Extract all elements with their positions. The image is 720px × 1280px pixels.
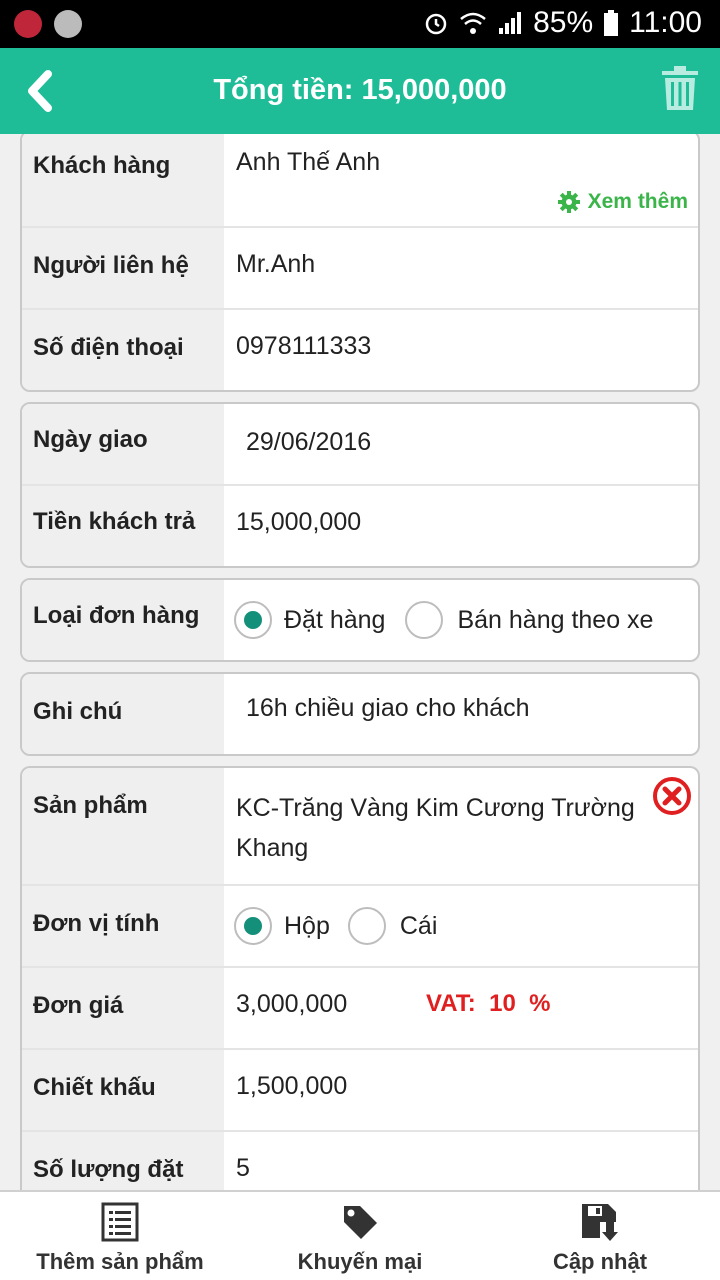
discount-value[interactable]: 1,500,000 (224, 1050, 698, 1130)
note-value[interactable]: 16h chiều giao cho khách (224, 674, 698, 754)
note-label: Ghi chú (22, 674, 224, 754)
add-product-label: Thêm sản phẩm (36, 1249, 204, 1274)
unit-label: Đơn vị tính (22, 886, 224, 966)
contact-label: Người liên hệ (22, 228, 224, 308)
order-form: Khách hàng Anh Thế Anh Xem thêm Người li… (0, 134, 720, 1190)
customer-card: Khách hàng Anh Thế Anh Xem thêm Người li… (20, 134, 700, 392)
phone-value: 0978111333 (236, 332, 372, 360)
product-row[interactable]: Sản phẩm KC-Trăng Vàng Kim Cương Trường … (22, 768, 698, 886)
promotion-label: Khuyến mại (297, 1249, 423, 1274)
discount-row[interactable]: Chiết khấu 1,500,000 (22, 1050, 698, 1132)
quantity-row[interactable]: Số lượng đặt 5 (22, 1132, 698, 1190)
unit-radio-piece[interactable] (347, 907, 386, 945)
unit-radio-box[interactable] (234, 907, 272, 945)
bottom-nav: Thêm sản phẩm Khuyến mại Cập nhật (0, 1190, 720, 1280)
trash-icon[interactable] (660, 64, 700, 112)
gear-icon (557, 191, 580, 213)
quantity-label: Số lượng đặt (22, 1132, 224, 1190)
delivery-card: Ngày giao 29/06/2016 Tiền khách trả 15,0… (20, 402, 700, 568)
delivery-date-value[interactable]: 29/06/2016 (224, 404, 698, 484)
delivery-date-label: Ngày giao (22, 404, 224, 484)
price-label: Đơn giá (22, 968, 224, 1048)
unit-row: Đơn vị tính Hộp Cái (22, 886, 698, 968)
delivery-date-row[interactable]: Ngày giao 29/06/2016 (22, 404, 698, 486)
contact-row[interactable]: Người liên hệ Mr.Anh (22, 228, 698, 310)
paid-label: Tiền khách trả (22, 486, 224, 566)
paid-value[interactable]: 15,000,000 (224, 486, 698, 566)
customer-label: Khách hàng (22, 134, 224, 226)
see-more-label: Xem thêm (587, 190, 688, 213)
update-button[interactable]: Cập nhật (480, 1192, 720, 1280)
vat-label[interactable]: VAT: 10 % (426, 990, 550, 1018)
quantity-value[interactable]: 5 (224, 1132, 698, 1190)
order-type-option-van-sales[interactable]: Bán hàng theo xe (457, 606, 653, 635)
app-notification-icon (14, 10, 42, 38)
list-icon (101, 1202, 139, 1242)
order-type-card: Loại đơn hàng Đặt hàng Bán hàng theo xe (20, 578, 700, 662)
product-value: KC-Trăng Vàng Kim Cương Trường Khang (236, 794, 635, 862)
note-row[interactable]: Ghi chú 16h chiều giao cho khách (22, 674, 698, 754)
signal-icon (499, 12, 522, 34)
app-bar: Tổng tiền: 15,000,000 (0, 48, 720, 134)
order-type-option-order[interactable]: Đặt hàng (284, 606, 385, 635)
order-type-radio-van-sales[interactable] (405, 601, 444, 639)
wifi-icon (460, 12, 486, 34)
price-row[interactable]: Đơn giá 3,000,000 VAT: 10 % (22, 968, 698, 1050)
update-label: Cập nhật (552, 1249, 648, 1274)
phone-row[interactable]: Số điện thoại 0978111333 (22, 310, 698, 390)
customer-value: Anh Thế Anh (236, 148, 381, 176)
see-more-link[interactable]: Xem thêm (557, 190, 688, 214)
product-card: Sản phẩm KC-Trăng Vàng Kim Cương Trường … (20, 766, 700, 1190)
contact-value: Mr.Anh (236, 250, 316, 278)
remove-product-icon[interactable] (652, 776, 692, 816)
discount-label: Chiết khấu (22, 1050, 224, 1130)
tag-icon (344, 1206, 377, 1239)
alarm-icon (425, 13, 447, 35)
price-value[interactable]: 3,000,000 (236, 990, 347, 1018)
order-type-row: Loại đơn hàng Đặt hàng Bán hàng theo xe (22, 580, 698, 660)
page-title: Tổng tiền: 15,000,000 (213, 74, 507, 106)
customer-row[interactable]: Khách hàng Anh Thế Anh Xem thêm (22, 134, 698, 228)
status-bar: 85% 11:00 (0, 0, 720, 48)
unit-option-piece[interactable]: Cái (400, 912, 438, 941)
battery-icon (604, 10, 619, 36)
unit-option-box[interactable]: Hộp (284, 912, 330, 941)
promotion-button[interactable]: Khuyến mại (240, 1192, 480, 1280)
paid-row[interactable]: Tiền khách trả 15,000,000 (22, 486, 698, 566)
clock: 11:00 (629, 6, 702, 39)
add-product-button[interactable]: Thêm sản phẩm (0, 1192, 240, 1280)
note-card: Ghi chú 16h chiều giao cho khách (20, 672, 700, 756)
save-download-icon (582, 1204, 620, 1242)
message-notification-icon (54, 10, 82, 38)
product-label: Sản phẩm (22, 768, 224, 884)
battery-percent: 85% (533, 6, 594, 39)
order-type-label: Loại đơn hàng (22, 580, 224, 660)
phone-label: Số điện thoại (22, 310, 224, 390)
order-type-radio-order[interactable] (234, 601, 272, 639)
